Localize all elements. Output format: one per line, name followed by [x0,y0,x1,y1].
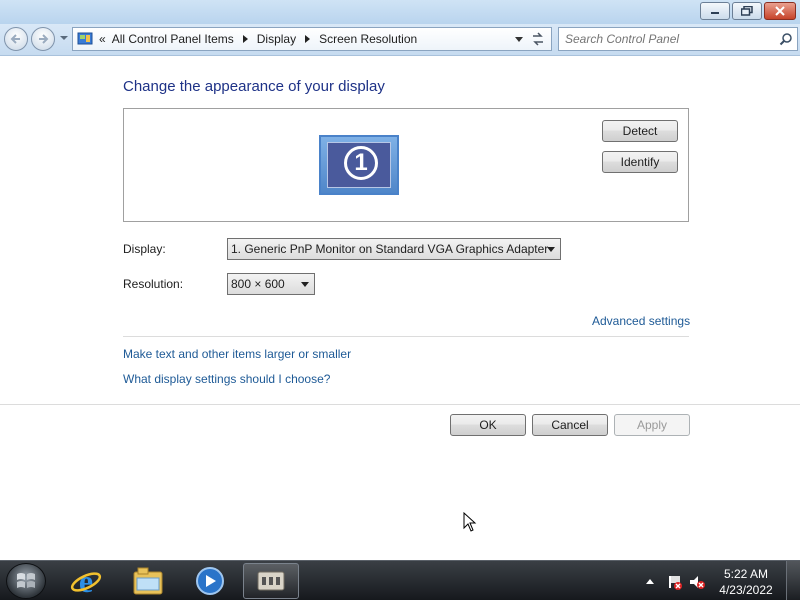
breadcrumb-overflow[interactable]: « [99,32,106,46]
svg-text:e: e [79,565,93,597]
monitor-screen: 1 [327,142,391,188]
action-center-flag-icon[interactable] [666,574,682,590]
resolution-dropdown[interactable]: 800 × 600 [227,273,315,295]
media-player-taskbar-button[interactable] [182,563,238,599]
display-label: Display: [123,242,166,256]
dropdown-arrow-icon [301,282,309,287]
minimize-icon [711,12,719,14]
media-player-icon [196,567,224,595]
navigation-bar: « All Control Panel Items Display Screen… [0,24,800,56]
show-desktop-button[interactable] [786,561,800,600]
apply-button[interactable]: Apply [614,414,690,436]
footer-divider [0,404,800,405]
monitor-number-badge: 1 [344,146,378,180]
refresh-button[interactable] [529,31,547,47]
restore-button[interactable] [732,2,762,20]
address-bar[interactable]: « All Control Panel Items Display Screen… [72,27,552,51]
forward-button[interactable] [31,27,55,51]
minimize-button[interactable] [700,2,730,20]
monitor-arrangement-panel: 1 Detect Identify [123,108,689,222]
search-icon[interactable] [779,32,793,46]
resolution-label: Resolution: [123,277,184,291]
taskbar-clock[interactable]: 5:22 AM 4/23/2022 [714,566,778,598]
caption-buttons [700,2,796,20]
display-dropdown[interactable]: 1. Generic PnP Monitor on Standard VGA G… [227,238,561,260]
breadcrumb-screen-resolution[interactable]: Screen Resolution [319,32,417,46]
ok-button[interactable]: OK [450,414,526,436]
control-panel-icon [77,32,93,45]
close-button[interactable] [764,2,796,20]
back-arrow-icon [10,34,20,44]
notification-area: 5:22 AM 4/23/2022 [630,561,800,600]
windows-explorer-taskbar-button[interactable] [120,563,176,599]
search-box[interactable] [558,27,798,51]
resolution-dropdown-value: 800 × 600 [231,277,285,291]
refresh-icon [533,32,543,46]
clock-time: 5:22 AM [723,567,769,581]
close-icon [775,6,785,16]
control-panel-icon [257,571,285,591]
section-divider [123,336,689,337]
forward-arrow-icon [39,34,49,44]
display-help-link[interactable]: What display settings should I choose? [123,372,330,386]
internet-explorer-taskbar-button[interactable]: e [58,563,114,599]
breadcrumb-all-control-panel-items[interactable]: All Control Panel Items [112,32,234,46]
identify-button[interactable]: Identify [602,151,678,173]
display-dropdown-value: 1. Generic PnP Monitor on Standard VGA G… [231,242,549,256]
clock-date: 4/23/2022 [719,583,773,597]
recent-pages-dropdown[interactable] [60,36,68,40]
control-panel-taskbar-button[interactable] [243,563,299,599]
breadcrumb-separator-icon[interactable] [305,35,311,43]
restore-icon [741,6,753,16]
windows-logo-icon [17,573,35,588]
text-size-link[interactable]: Make text and other items larger or smal… [123,347,351,361]
search-input[interactable] [565,32,775,46]
cancel-button[interactable]: Cancel [532,414,608,436]
internet-explorer-icon: e [70,565,102,597]
windows-explorer-icon [133,567,163,595]
dropdown-arrow-icon [547,247,555,252]
page-title: Change the appearance of your display [123,78,385,95]
show-hidden-icons-icon[interactable] [646,579,654,584]
address-history-dropdown-icon[interactable] [515,37,523,42]
back-button[interactable] [4,27,28,51]
breadcrumb-display[interactable]: Display [257,32,296,46]
mouse-cursor-icon [463,512,477,532]
volume-muted-icon[interactable] [688,574,706,590]
breadcrumb-separator-icon[interactable] [242,35,248,43]
window-title-bar[interactable] [0,0,800,24]
start-button[interactable] [6,563,46,599]
monitor-1-tile[interactable]: 1 [319,135,399,195]
advanced-settings-link[interactable]: Advanced settings [592,314,690,328]
taskbar: e 5:22 AM 4/23/2022 [0,560,800,600]
detect-button[interactable]: Detect [602,120,678,142]
